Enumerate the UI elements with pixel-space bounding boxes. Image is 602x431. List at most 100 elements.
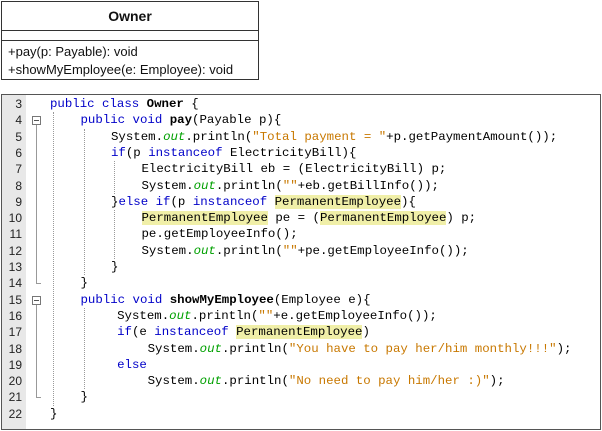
code-text: if(p instanceof ElectricityBill){ [111, 145, 356, 161]
code-line: 22} [2, 406, 600, 422]
code-token: System. [147, 341, 200, 356]
code-text: PermanentEmployee pe = (PermanentEmploye… [141, 210, 477, 226]
code-line: 5 System.out.println("Total payment = "+p… [2, 129, 600, 145]
code-text: } [50, 406, 57, 422]
code-text: public class Owner { [50, 96, 199, 112]
code-text: System.out.println("Total payment = "+p.… [111, 129, 557, 145]
code-text: else [117, 357, 147, 373]
uml-operation: +showMyEmployee(e: Employee): void [8, 62, 234, 77]
code-token: if [117, 325, 132, 340]
line-number: 22 [8, 406, 22, 421]
fold-toggle-icon[interactable] [32, 295, 41, 305]
code-token: instanceof [154, 325, 229, 340]
code-token: out [199, 341, 222, 356]
code-token: "Total payment = " [252, 129, 387, 144]
line-number: 14 [8, 276, 22, 291]
code-token: pe = ( [267, 211, 320, 226]
line-number: 3 [15, 97, 22, 111]
code-token: (Employee e){ [273, 292, 371, 307]
code-token: else if [118, 194, 171, 209]
code-line: 17 if(e instanceof PermanentEmployee) [2, 324, 600, 340]
code-line: 13} [2, 259, 600, 275]
line-number: 21 [8, 390, 22, 405]
code-token: ){ [401, 194, 416, 209]
code-token: instanceof [148, 145, 223, 160]
code-token: "" [282, 243, 298, 258]
code-token: out [169, 308, 192, 323]
code-text: System.out.println(""+eb.getBillInfo()); [142, 178, 439, 194]
code-line: 19 else [2, 357, 600, 373]
code-token: .println( [221, 341, 289, 356]
code-line: 9 }else if(p instanceof PermanentEmployee… [2, 194, 600, 210]
code-token: } [50, 406, 58, 421]
code-token: (p [170, 194, 193, 209]
code-token: ) p; [446, 211, 477, 226]
line-number: 4 [15, 113, 22, 128]
line-number: 12 [8, 243, 22, 258]
code-token: System. [147, 374, 200, 389]
code-text: }else if(p instanceof PermanentEmployee)… [111, 194, 416, 210]
code-token: .println( [215, 243, 283, 258]
code-token: if [111, 145, 126, 160]
code-line: 4 public void pay(Payable p){ [2, 112, 600, 128]
code-line: 16 System.out.println(""+e.getEmployeeInf… [2, 308, 600, 324]
code-line: 20 System.out.println("No need to pay him… [2, 373, 600, 389]
code-token: else [117, 357, 147, 372]
indent-guide [83, 128, 85, 276]
code-line: 8 System.out.println(""+eb.getBillInfo())… [2, 178, 600, 194]
code-line: 3 public class Owner { [2, 96, 600, 112]
code-token: +p.getPaymentAmount()); [386, 129, 558, 144]
line-number: 5 [15, 129, 22, 144]
code-line: 6 if(p instanceof ElectricityBill){ [2, 145, 600, 161]
code-line: 7 ElectricityBill eb = (ElectricityBill) … [2, 161, 600, 177]
code-token: .println( [185, 129, 253, 144]
code-token: "" [258, 308, 274, 323]
fold-end-marker [36, 283, 41, 285]
line-number: 7 [15, 162, 22, 177]
code-token: (e [131, 325, 155, 340]
code-token: +pe.getEmployeeInfo()); [297, 243, 469, 258]
code-token: Owner [146, 97, 184, 111]
code-text: } [111, 259, 118, 275]
code-token: +e.getEmployeeInfo()); [273, 308, 437, 323]
code-text: } [81, 275, 88, 291]
code-token: pay [169, 113, 193, 128]
code-text: System.out.println(""+e.getEmployeeInfo(… [117, 308, 437, 324]
code-token: public class [50, 97, 147, 111]
line-number: 18 [8, 341, 22, 356]
code-text: } [81, 389, 88, 405]
code-token: "No need to pay him/her :)" [288, 374, 490, 389]
code-token: .println( [215, 178, 283, 193]
uml-class-box: Owner +pay(p: Payable): void +showMyEmpl… [1, 1, 259, 80]
code-line: 21} [2, 389, 600, 405]
code-token: System. [141, 178, 194, 193]
line-number: 10 [8, 211, 22, 226]
indent-guide [53, 112, 54, 406]
uml-operation: +pay(p: Payable): void [8, 44, 138, 59]
code-token: System. [141, 243, 194, 258]
uml-attributes-compartment [2, 31, 258, 41]
code-text: public void pay(Payable p){ [81, 112, 282, 128]
fold-toggle-icon[interactable] [32, 116, 41, 126]
code-token: "You have to pay her/him monthly!!!" [288, 341, 557, 356]
code-token: ) [362, 325, 370, 340]
code-token: (p [125, 145, 149, 160]
line-number: 9 [15, 194, 22, 209]
code-token: .println( [191, 308, 259, 323]
code-token: PermanentEmployee [141, 211, 268, 226]
code-line: 15 public void showMyEmployee(Employee e)… [2, 292, 600, 308]
indent-guide [114, 210, 115, 259]
code-line: 10 PermanentEmployee pe = (PermanentEmplo… [2, 210, 600, 226]
code-token: ); [489, 374, 505, 389]
fold-range-line [36, 304, 37, 398]
code-token: public void [80, 292, 170, 307]
code-line: 12 System.out.println(""+pe.getEmployeeIn… [2, 243, 600, 259]
code-line: 14} [2, 275, 600, 291]
code-token: pe.getEmployeeInfo(); [141, 227, 298, 242]
line-number: 6 [15, 145, 22, 160]
code-token: ElectricityBill){ [222, 145, 357, 160]
line-number: 8 [15, 178, 22, 193]
code-token: } [111, 260, 119, 274]
code-text: System.out.println(""+pe.getEmployeeInfo… [142, 243, 469, 259]
